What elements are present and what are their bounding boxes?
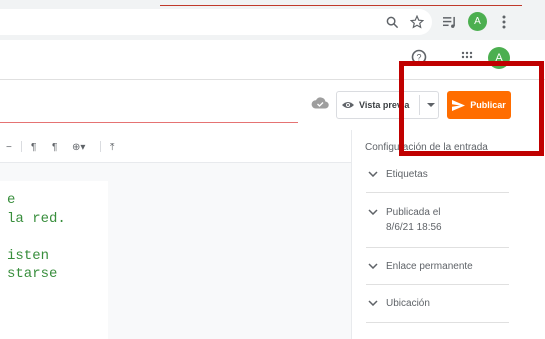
sidebar-item-label: Ubicación — [386, 298, 430, 309]
chevron-down-icon — [366, 259, 380, 273]
annotation-line — [160, 5, 522, 6]
queue-music-icon[interactable] — [441, 14, 457, 30]
eye-icon — [337, 91, 359, 119]
sidebar-item-published[interactable]: Publicada el 8/6/21 18:56 — [366, 205, 509, 235]
sidebar-divider — [366, 247, 509, 248]
sidebar-item-permalink[interactable]: Enlace permanente — [366, 259, 509, 274]
paragraph-ltr-icon[interactable]: ¶ — [31, 140, 36, 154]
published-date: 8/6/21 18:56 — [386, 222, 442, 233]
sidebar-divider — [366, 284, 509, 285]
toolbar-item-dash[interactable]: − — [6, 140, 12, 154]
paragraph-rtl-icon[interactable]: ¶ — [52, 140, 57, 154]
star-icon[interactable] — [409, 14, 425, 30]
chevron-down-icon — [366, 205, 380, 219]
toolbar-separator — [21, 141, 22, 152]
sidebar-item-labels[interactable]: Etiquetas — [366, 167, 509, 182]
cloud-done-icon — [311, 96, 329, 110]
language-icon[interactable]: ⊕▾ — [72, 140, 85, 154]
code-line: starse — [7, 266, 58, 282]
profile-initial: A — [474, 16, 481, 27]
toolbar-separator — [100, 141, 101, 152]
address-bar[interactable] — [0, 9, 432, 35]
sidebar-item-label: Etiquetas — [386, 169, 428, 180]
clear-formatting-icon[interactable]: ⤒ — [110, 140, 114, 154]
more-vert-icon[interactable] — [496, 14, 512, 30]
chevron-down-icon — [366, 167, 380, 181]
annotation-highlight-box — [399, 61, 544, 156]
sidebar-item-label: Enlace permanente — [386, 261, 473, 272]
profile-avatar[interactable]: A — [468, 12, 487, 31]
chevron-down-icon — [366, 296, 380, 310]
code-line: e — [7, 192, 16, 208]
sidebar-item-label: Publicada el — [386, 207, 441, 218]
sidebar-divider — [366, 192, 509, 193]
code-line: isten — [7, 248, 50, 264]
sidebar-item-location[interactable]: Ubicación — [366, 296, 509, 311]
code-line: la red. — [7, 211, 66, 227]
search-icon[interactable] — [384, 14, 400, 30]
sidebar-divider — [366, 322, 509, 323]
post-title-input[interactable] — [0, 122, 298, 123]
